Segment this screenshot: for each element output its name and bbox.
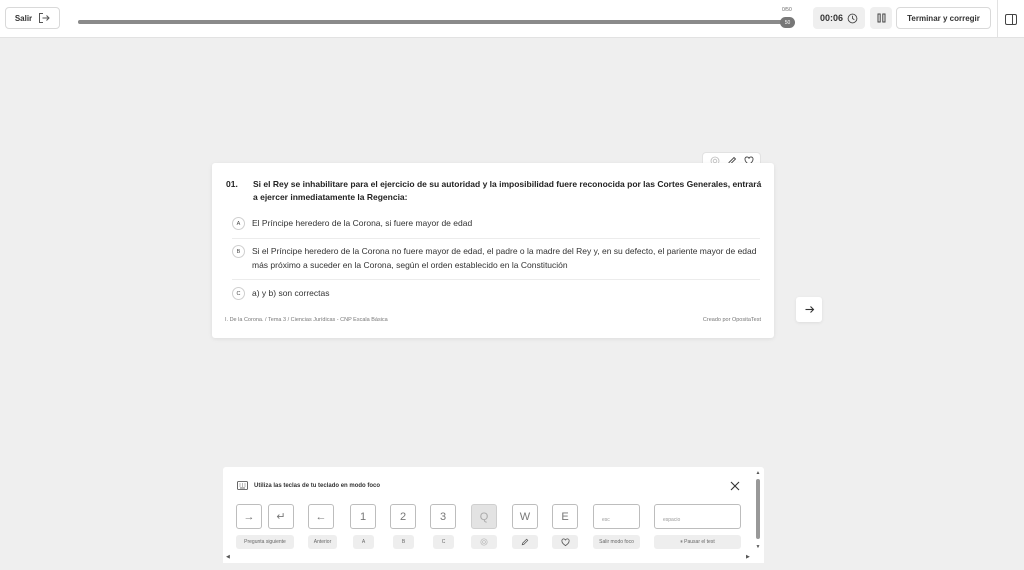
key-1: 1 [350,504,376,529]
key-label-a: A [353,535,374,549]
timer: 00:06 [813,7,865,29]
key-2: 2 [390,504,416,529]
close-button[interactable] [728,479,742,493]
answer-option-b[interactable]: B Si el Príncipe heredero de la Corona n… [232,245,760,272]
key-label-heart [552,535,578,549]
key-3: 3 [430,504,456,529]
answer-text: El Príncipe heredero de la Corona, si fu… [252,218,473,228]
question-card: 01. Si el Rey se inhabilitare para el ej… [212,163,774,338]
answer-option-c[interactable]: C a) y b) son correctas [232,287,760,301]
keyboard-help-panel: Utiliza las teclas de tu teclado en modo… [223,467,764,563]
top-bar: Salir 0/50 50 00:06 Terminar y corregir [0,0,1024,38]
scroll-down-icon[interactable]: ▼ [755,544,761,550]
key-q: Q [471,504,497,529]
exit-button[interactable]: Salir [5,7,60,29]
key-enter: ↵ [268,504,294,529]
pencil-icon [521,538,529,546]
key-w: W [512,504,538,529]
divider [232,238,760,239]
answer-letter: B [232,245,245,258]
key-label-pencil [512,535,538,549]
doubt-icon [480,538,488,546]
answer-text: a) y b) son correctas [252,288,330,298]
pause-icon [877,13,886,23]
key-label-doubt [471,535,497,549]
keyboard-help-header: Utiliza las teclas de tu teclado en modo… [237,481,380,490]
key-arrow-right: → [236,504,262,529]
key-esc: esc [593,504,640,529]
key-label-exit-focus: Salir modo foco [593,535,640,549]
question-number: 01. [226,179,238,189]
key-label-previous: Anterior [308,535,337,549]
next-question-button[interactable] [796,297,822,322]
answer-text: Si el Príncipe heredero de la Corona no … [252,246,757,270]
exit-icon [39,13,50,23]
progress-count: 0/50 [782,7,792,13]
key-label-c: C [433,535,454,549]
clock-icon [847,13,858,23]
scroll-up-icon[interactable]: ▲ [755,470,761,476]
progress-knob: 50 [780,17,795,28]
key-label-b: B [393,535,414,549]
scrollbar-thumb[interactable] [756,479,760,539]
key-space: espacio [654,504,741,529]
arrow-right-icon [805,306,814,313]
answer-letter: C [232,287,245,300]
keyboard-icon [237,481,248,490]
progress-fill [78,20,790,24]
key-e: E [552,504,578,529]
key-label-next-question: Pregunta siguiente [236,535,294,549]
heart-icon [560,537,570,546]
keyboard-help-title: Utiliza las teclas de tu teclado en modo… [254,482,381,489]
key-arrow-left: ← [308,504,334,529]
sidebar-icon [1005,13,1017,25]
question-text: Si el Rey se inhabilitare para el ejerci… [253,179,762,202]
key-label-pause: ⏸ Pausar el test [654,535,741,549]
sidebar-toggle-button[interactable] [997,0,1024,38]
timer-value: 00:06 [819,13,844,23]
pause-button[interactable] [870,7,892,29]
answer-letter: A [232,217,245,230]
progress-bar [78,20,790,24]
vertical-scrollbar[interactable]: ▲ ▼ [755,470,761,555]
answer-option-a[interactable]: A El Príncipe heredero de la Corona, si … [232,217,760,231]
scroll-left-icon[interactable]: ◀ [226,554,230,560]
question-author: Creado por OpositaTest [702,317,761,323]
scroll-right-icon[interactable]: ▶ [746,554,750,560]
finish-and-grade-button[interactable]: Terminar y corregir [896,7,991,29]
divider [232,279,760,280]
question-topic: I. De la Corona. / Tema 3 / Ciencias Jur… [225,317,388,323]
exit-label: Salir [14,13,33,23]
close-icon [730,481,740,491]
